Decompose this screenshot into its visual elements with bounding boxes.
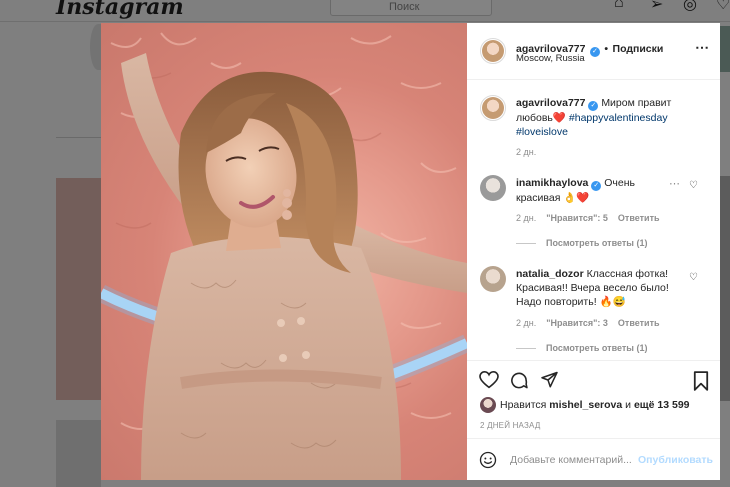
commenter-avatar[interactable] xyxy=(480,175,506,201)
view-replies-label: Посмотреть ответы (1) xyxy=(546,343,648,353)
divider xyxy=(56,137,102,138)
save-bookmark-icon[interactable] xyxy=(693,371,709,391)
likes-middle: и xyxy=(625,399,632,411)
comment: natalia_dozor Классная фотка! Красивая!!… xyxy=(516,267,681,309)
add-comment-input[interactable]: Добавьте комментарий... xyxy=(510,454,632,466)
comment-time[interactable]: 2 дн. xyxy=(516,318,536,328)
likes-count[interactable]: ещё 13 599 xyxy=(634,399,690,411)
emoji-icon[interactable] xyxy=(479,451,497,469)
search-input[interactable]: Поиск xyxy=(330,0,492,16)
commenter-username[interactable]: inamikhaylova xyxy=(516,177,588,189)
home-icon[interactable]: ⌂ xyxy=(614,0,624,12)
more-options-icon[interactable]: ⋯ xyxy=(695,39,709,56)
hashtag-link[interactable]: #loveislove xyxy=(516,126,568,138)
share-icon[interactable] xyxy=(540,371,559,389)
verified-icon: ✓ xyxy=(591,181,602,191)
dot-separator: • xyxy=(604,43,609,55)
caption-time[interactable]: 2 дн. xyxy=(516,147,536,157)
view-replies-button[interactable]: Посмотреть ответы (1) xyxy=(516,238,647,248)
heart-emoji: ❤️ xyxy=(552,112,566,124)
likes-prefix: Нравится xyxy=(500,399,547,411)
hashtag-link[interactable]: #happyvalentinesday xyxy=(569,112,668,124)
grid-photo-left-bottom xyxy=(56,420,101,487)
caption-username[interactable]: agavrilova777 xyxy=(516,97,585,109)
liker-avatar[interactable] xyxy=(480,397,496,413)
view-replies-line xyxy=(516,348,536,350)
post-photo[interactable] xyxy=(101,23,467,480)
verified-icon: ✓ xyxy=(589,47,600,57)
grid-photo-right-top xyxy=(720,26,730,72)
view-replies-label: Посмотреть ответы (1) xyxy=(546,238,648,248)
comment-emoji: 🔥😅 xyxy=(599,296,626,308)
comment-icon[interactable] xyxy=(509,371,529,390)
instagram-logo[interactable]: Instagram xyxy=(56,0,184,20)
direct-icon[interactable]: ➢ xyxy=(650,0,663,14)
top-navbar: Instagram Поиск ⌂ ➢ ◎ ♡ xyxy=(0,0,730,22)
comment-emoji: 👌❤️ xyxy=(563,192,590,204)
add-comment-bar: Добавьте комментарий... Опубликовать xyxy=(467,438,720,480)
liker-username[interactable]: mishel_serova xyxy=(549,399,622,411)
publish-button[interactable]: Опубликовать xyxy=(638,454,713,466)
post-date[interactable]: 2 ДНЕЙ НАЗАД xyxy=(480,421,540,430)
likes-summary: Нравится mishel_serova и ещё 13 599 xyxy=(500,398,690,412)
comment-likes[interactable]: "Нравится": 5 xyxy=(546,213,608,223)
location-link[interactable]: Moscow, Russia xyxy=(516,53,585,64)
view-replies-button[interactable]: Посмотреть ответы (1) xyxy=(516,343,647,353)
caption: agavrilova777 ✓ Миром правит любовь❤️ #h… xyxy=(516,96,701,139)
post-header: agavrilova777 ✓ • Подписки Moscow, Russi… xyxy=(467,23,720,80)
comment-meta: 2 дн. "Нравится": 3 Ответить xyxy=(516,318,660,328)
like-comment-heart-icon[interactable]: ♡ xyxy=(689,272,698,283)
reply-button[interactable]: Ответить xyxy=(618,213,660,223)
grid-photo-left xyxy=(56,178,101,400)
verified-icon: ✓ xyxy=(588,101,599,111)
like-comment-heart-icon[interactable]: ♡ xyxy=(689,180,698,191)
photo-illustration xyxy=(101,32,467,480)
commenter-avatar[interactable] xyxy=(480,266,506,292)
comment: inamikhaylova ✓ Очень красивая 👌❤️ xyxy=(516,176,671,205)
view-replies-line xyxy=(516,243,536,245)
comment-meta: 2 дн. "Нравится": 5 Ответить xyxy=(516,213,660,223)
like-heart-icon[interactable] xyxy=(479,371,499,389)
grid-photo-right-mid xyxy=(720,176,730,401)
explore-icon[interactable]: ◎ xyxy=(683,0,697,14)
activity-icon[interactable]: ♡ xyxy=(716,0,730,14)
author-avatar[interactable] xyxy=(480,38,506,64)
comment-time[interactable]: 2 дн. xyxy=(516,213,536,223)
comment-options-icon[interactable]: ⋯ xyxy=(669,177,680,190)
reply-button[interactable]: Ответить xyxy=(618,318,660,328)
following-button[interactable]: Подписки xyxy=(613,43,664,55)
post-side-panel: agavrilova777 ✓ • Подписки Moscow, Russi… xyxy=(467,23,720,480)
comment-likes[interactable]: "Нравится": 3 xyxy=(546,318,608,328)
caption-avatar[interactable] xyxy=(480,95,506,121)
commenter-username[interactable]: natalia_dozor xyxy=(516,268,584,280)
